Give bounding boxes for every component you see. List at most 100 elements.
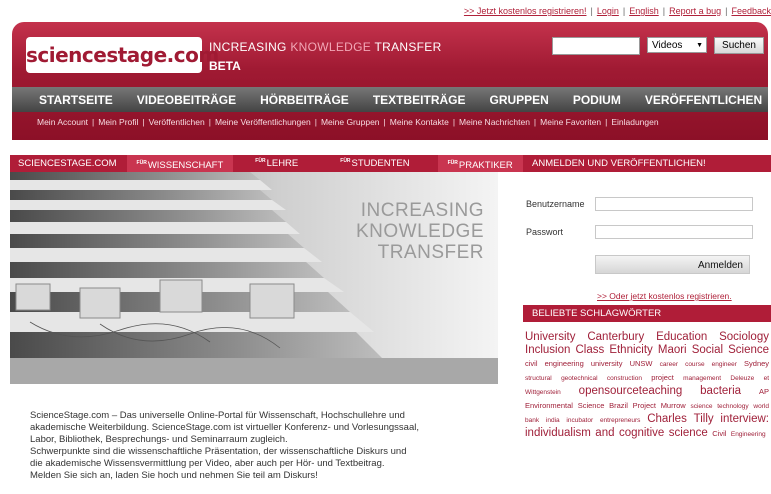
nav-veroeffentlichen[interactable]: VERÖFFENTLICHEN [633,93,771,107]
tag-link[interactable]: structural [525,375,552,382]
nav-videobeitraege[interactable]: VIDEOBEITRÄGE [125,93,248,107]
separator: | [662,6,666,16]
report-bug-link[interactable]: Report a bug [669,6,721,16]
tag-link[interactable]: world [753,403,769,410]
tag-link[interactable]: incubator [566,417,593,424]
tab-praktiker[interactable]: FÜRPRAKTIKER [437,155,523,172]
tag-link[interactable]: Brazil [609,401,628,410]
tag-link[interactable]: management [683,375,721,382]
tag-link[interactable]: Engineering [731,431,766,438]
nav-textbeitraege[interactable]: TEXTBEITRÄGE [361,93,478,107]
tag-link[interactable]: et [764,375,769,382]
main-nav: STARTSEITE VIDEOBEITRÄGE HÖRBEITRÄGE TEX… [12,87,768,112]
tag-cloud-title: BELIEBTE SCHLAGWÖRTER [523,305,771,322]
separator: | [142,117,145,127]
tag-link[interactable]: Murrow [661,401,686,410]
subnav-meine-gruppen[interactable]: Meine Gruppen [321,117,380,127]
description-line: Schwerpunkte sind die wissenschaftliche … [30,446,407,457]
tag-link[interactable]: Science [728,344,769,356]
tab-prefix: FÜR [340,157,351,164]
username-field[interactable] [595,197,753,211]
tag-link[interactable]: Sociology [719,331,769,343]
tag-link[interactable]: Education [656,331,707,343]
english-link[interactable]: English [629,6,659,16]
tag-link[interactable]: project [651,373,674,382]
tab-studenten[interactable]: FÜRSTUDENTEN [308,158,419,169]
tag-link[interactable]: construction [607,375,642,382]
tag-link[interactable]: Science [578,401,605,410]
feedback-link[interactable]: Feedback [731,6,771,16]
tagline-word-3: TRANSFER [374,40,442,54]
tag-link[interactable]: Inclusion [525,344,570,356]
search-type-select[interactable]: Videos ▼ [647,37,707,53]
description-line: Melden Sie sich an, laden Sie hoch und n… [30,470,318,481]
site-logo[interactable]: sciencestage.com [26,37,219,73]
tag-link[interactable]: AP [759,387,769,396]
tag-link[interactable]: opensourceteaching [579,385,683,397]
subnav-meine-veroeffentlichungen[interactable]: Meine Veröffentlichungen [215,117,311,127]
tag-link[interactable]: university [591,359,623,368]
tag-link[interactable]: Canterbury [587,331,644,343]
subnav-veroeffentlichen[interactable]: Veröffentlichen [149,117,205,127]
nav-startseite[interactable]: STARTSEITE [12,93,125,107]
subnav-meine-kontakte[interactable]: Meine Kontakte [390,117,449,127]
subnav-meine-nachrichten[interactable]: Meine Nachrichten [459,117,530,127]
register-link-top[interactable]: >> Jetzt kostenlos registrieren! [464,6,587,16]
tag-link[interactable]: entrepreneurs [600,417,640,424]
username-row: Benutzername [523,190,771,218]
tag-link[interactable]: engineer [712,361,737,368]
separator: | [208,117,211,127]
search-button[interactable]: Suchen [714,37,764,54]
register-link[interactable]: >> Oder jetzt kostenlos registrieren. [597,291,732,301]
tag-link[interactable]: cognitive [619,427,664,439]
login-link[interactable]: Login [597,6,619,16]
tag-link[interactable]: Deleuze [730,375,754,382]
tag-link[interactable]: geotechnical [561,375,598,382]
tag-link[interactable]: Environmental [525,401,573,410]
login-button[interactable]: Anmelden [595,255,750,274]
tag-link[interactable]: University [525,331,575,343]
subnav-meine-favoriten[interactable]: Meine Favoriten [540,117,601,127]
tag-link[interactable]: technology [717,403,748,410]
tag-link[interactable]: course [685,361,705,368]
tag-link[interactable]: interview: [720,413,769,425]
nav-podium[interactable]: PODIUM [561,93,633,107]
tag-link[interactable]: bacteria [700,385,741,397]
tag-link[interactable]: individualism [525,427,591,439]
tab-wissenschaft[interactable]: FÜRWISSENSCHAFT [126,155,234,172]
dropdown-arrow-icon: ▼ [696,42,703,49]
tag-link[interactable]: science [690,403,712,410]
tag-link[interactable]: Wittgenstein [525,389,561,396]
subnav-mein-account[interactable]: Mein Account [37,117,88,127]
tag-link[interactable]: engineering [545,359,584,368]
tag-link[interactable]: and [595,427,614,439]
tab-sciencestage[interactable]: SCIENCESTAGE.COM [10,158,127,169]
nav-gruppen[interactable]: GRUPPEN [477,93,560,107]
tag-link[interactable]: career [660,361,678,368]
separator: | [314,117,317,127]
tag-link[interactable]: Social [692,344,723,356]
tag-link[interactable]: bank [525,417,539,424]
tag-link[interactable]: india [546,417,560,424]
tag-link[interactable]: Charles [647,413,687,425]
description-line: Labor, Bibliothek, Besprechungs- und Sem… [30,434,288,445]
tag-link[interactable]: Tilly [694,413,714,425]
separator: | [533,117,537,127]
description-line: akademische Weiterbildung. ScienceStage.… [30,422,420,433]
tag-link[interactable]: Sydney [744,359,769,368]
password-field[interactable] [595,225,753,239]
tab-lehre[interactable]: FÜRLEHRE [233,158,308,169]
tag-link[interactable]: Ethnicity [609,344,652,356]
tag-link[interactable]: UNSW [630,359,653,368]
subnav-mein-profil[interactable]: Mein Profil [98,117,138,127]
tag-link[interactable]: science [669,427,708,439]
tag-link[interactable]: Class [575,344,604,356]
search-input[interactable] [552,37,640,55]
nav-hoerbeitraege[interactable]: HÖRBEITRÄGE [248,93,361,107]
tag-link[interactable]: Maori [658,344,687,356]
subnav-einladungen[interactable]: Einladungen [611,117,658,127]
tag-link[interactable]: Civil [712,429,726,438]
tag-link[interactable]: civil [525,359,538,368]
tag-link[interactable]: Project [633,401,656,410]
hero-line-2: KNOWLEDGE [355,221,484,242]
